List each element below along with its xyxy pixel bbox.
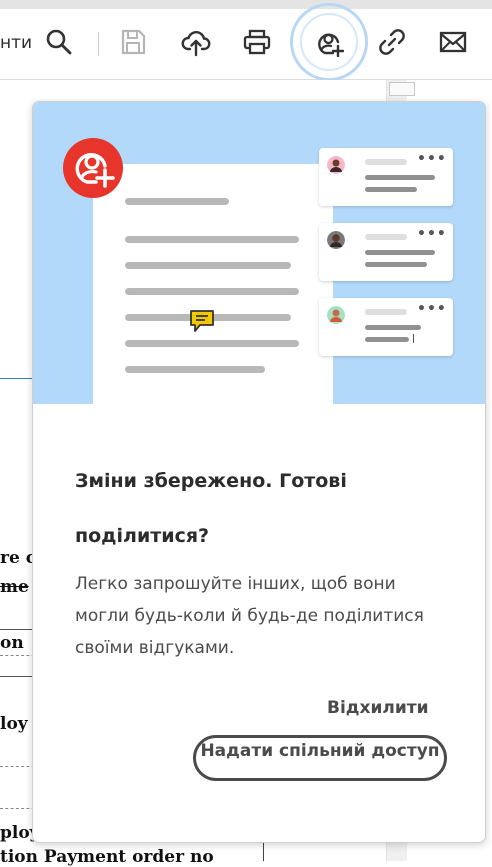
more-options-icon: •••	[417, 226, 447, 242]
illustration-name-line	[365, 159, 407, 165]
illustration-comment-card: •••	[319, 298, 453, 356]
text-cursor	[413, 334, 414, 343]
illustration-text-line	[125, 198, 229, 205]
illustration-comment-line	[365, 187, 417, 192]
illustration-text-line	[125, 366, 265, 373]
share-user-add-icon[interactable]	[314, 27, 344, 57]
document-text-fragment: on	[0, 633, 24, 653]
popup-description: Легко запрошуйте інших, щоб вони могли б…	[75, 574, 424, 658]
email-icon[interactable]	[438, 27, 468, 57]
document-text-fragment: me	[0, 577, 29, 597]
toolbar-truncated-label[interactable]: нти	[0, 33, 32, 53]
illustration-comment-line	[365, 325, 421, 330]
avatar	[327, 156, 345, 174]
scrollbar-thumb[interactable]	[389, 82, 415, 96]
print-icon[interactable]	[242, 27, 272, 57]
upload-cloud-icon[interactable]	[181, 27, 211, 57]
more-options-icon: •••	[417, 301, 447, 317]
document-text-fragment: loy	[0, 714, 28, 734]
document-table-rule	[263, 840, 264, 861]
illustration-comment-line	[365, 175, 435, 180]
popup-title: Зміни збережено. Готові поділитися?	[75, 470, 347, 547]
illustration-text-line	[125, 288, 299, 295]
comment-icon	[190, 310, 214, 332]
illustration-document	[93, 164, 333, 404]
illustration-name-line	[365, 234, 407, 240]
avatar	[327, 231, 345, 249]
share-badge-icon	[63, 138, 123, 198]
save-icon[interactable]	[118, 27, 148, 57]
link-icon[interactable]	[377, 27, 407, 57]
search-icon[interactable]	[44, 27, 74, 57]
share-button[interactable]: Надати спільний доступ	[193, 735, 447, 781]
share-prompt-popup: ••• ••• ••• Зміни збережено. Готові поді…	[32, 101, 486, 843]
popup-illustration: ••• ••• •••	[33, 102, 485, 404]
illustration-name-line	[365, 309, 407, 315]
document-text-fragment: re c	[0, 548, 37, 568]
illustration-comment-line	[365, 337, 409, 342]
illustration-text-line	[125, 262, 291, 269]
document-text-fragment: tion Payment order no	[0, 847, 214, 867]
avatar	[327, 306, 345, 324]
illustration-comment-card: •••	[319, 148, 453, 206]
illustration-comment-card: •••	[319, 223, 453, 281]
window-top-strip	[0, 0, 492, 9]
illustration-text-line	[125, 236, 299, 243]
toolbar: нти	[0, 3, 492, 81]
more-options-icon: •••	[417, 151, 447, 167]
illustration-text-line	[125, 340, 299, 347]
illustration-comment-line	[365, 250, 435, 255]
illustration-comment-line	[365, 262, 427, 267]
toolbar-separator	[98, 32, 99, 56]
dismiss-button[interactable]: Відхилити	[327, 698, 429, 718]
